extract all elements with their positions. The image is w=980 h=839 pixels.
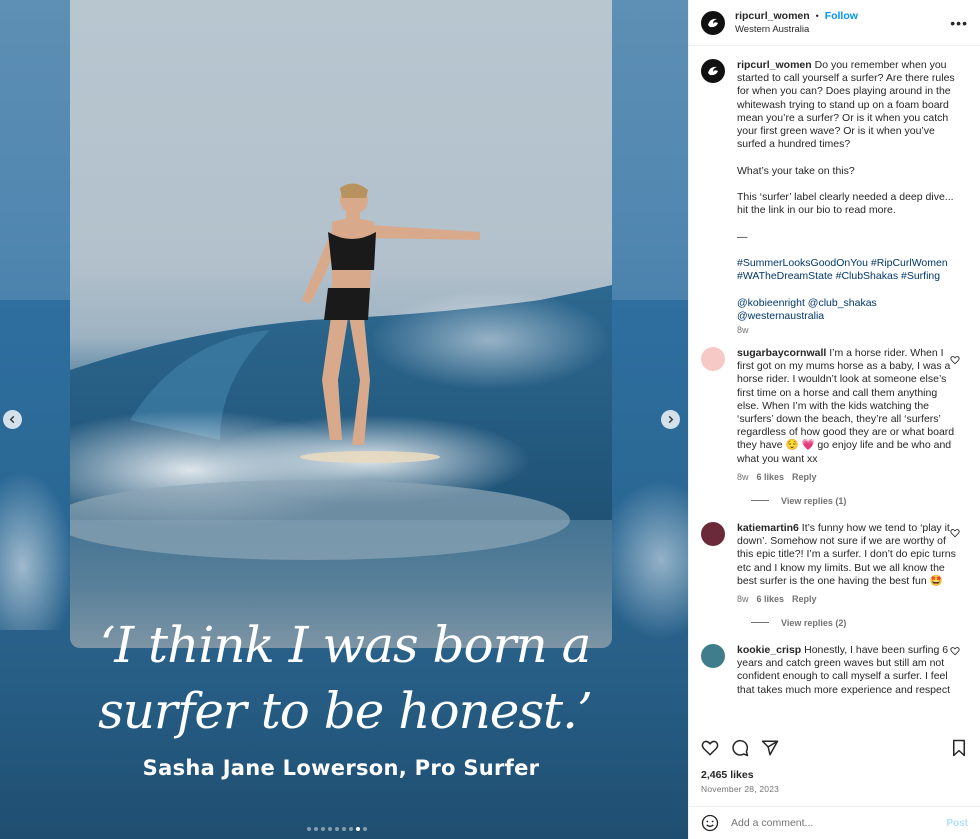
view-replies-label: View replies (2)	[781, 617, 847, 628]
comment-icon[interactable]	[731, 739, 749, 757]
caption-age: 8w	[737, 325, 749, 336]
carousel-dot	[349, 827, 353, 831]
carousel-next-button[interactable]	[661, 410, 680, 429]
reply-button[interactable]: Reply	[792, 472, 817, 482]
comment-avatar[interactable]	[701, 347, 725, 372]
view-replies-button[interactable]: View replies (1)	[751, 496, 968, 506]
comment-likes[interactable]: 6 likes	[757, 594, 785, 604]
caption-hashtags[interactable]: #SummerLooksGoodOnYou #RipCurlWomen #WAT…	[737, 257, 951, 322]
comment-username[interactable]: kookie_crisp	[737, 644, 801, 656]
comment-meta: 8w 6 likes Reply	[737, 594, 959, 604]
carousel-dot	[321, 827, 325, 831]
caption-username[interactable]: ripcurl_women	[737, 59, 812, 71]
carousel-dot	[342, 827, 346, 831]
carousel-dot	[335, 827, 339, 831]
quote-line-2: surfer to be honest.’	[98, 682, 593, 740]
comment-text: I’m a horse rider. When I first got on m…	[737, 347, 958, 465]
view-replies-label: View replies (1)	[781, 495, 847, 506]
carousel-prev-button[interactable]	[3, 410, 22, 429]
caption-text: Do you remember when you started to call…	[737, 59, 955, 243]
foam-left	[0, 470, 75, 630]
more-options-button[interactable]: •••	[950, 15, 968, 31]
username-link[interactable]: ripcurl_women	[735, 10, 810, 22]
separator-dot: •	[815, 10, 819, 21]
comment-like-heart-icon[interactable]	[950, 646, 960, 656]
surfer-photo	[70, 0, 612, 648]
comment-item: katiemartin6 It’s funny how we tend to ‘…	[701, 521, 968, 604]
bookmark-icon[interactable]	[950, 739, 968, 757]
comment-avatar[interactable]	[701, 643, 725, 668]
ripcurl-logo-icon	[708, 18, 718, 27]
comment-like-heart-icon[interactable]	[950, 355, 960, 365]
post-header: ripcurl_women • Follow Western Australia…	[689, 0, 980, 46]
more-icon: •••	[950, 14, 968, 31]
comment-username[interactable]: sugarbaycornwall	[737, 347, 826, 359]
comment-composer: Post	[689, 806, 980, 839]
chevron-left-icon	[9, 415, 15, 424]
comment-item: sugarbaycornwall I’m a horse rider. When…	[701, 347, 968, 482]
emoji-icon[interactable]	[701, 814, 719, 832]
comment-age: 8w	[737, 471, 749, 482]
action-bar	[701, 736, 968, 760]
avatar[interactable]	[701, 10, 725, 35]
comment-username[interactable]: katiemartin6	[737, 522, 799, 534]
view-replies-button[interactable]: View replies (2)	[751, 618, 968, 628]
reply-button[interactable]: Reply	[792, 594, 817, 604]
follow-button[interactable]: Follow	[825, 10, 858, 22]
carousel-dot	[356, 827, 360, 831]
post-sidebar: ripcurl_women • Follow Western Australia…	[688, 0, 980, 839]
caption-avatar[interactable]	[701, 59, 725, 83]
ripcurl-logo-icon	[708, 66, 718, 76]
carousel-dot	[314, 827, 318, 831]
comment-age: 8w	[737, 593, 749, 604]
comment-input[interactable]	[731, 817, 947, 829]
comment-like-heart-icon[interactable]	[950, 528, 960, 538]
comments-list[interactable]: ripcurl_women Do you remember when you s…	[689, 47, 980, 727]
comment-meta: 8w 6 likes Reply	[737, 472, 959, 482]
chevron-right-icon	[668, 415, 674, 424]
quote-line-1: ‘I think I was born a	[99, 616, 592, 674]
carousel-dot	[363, 827, 367, 831]
carousel-dot	[307, 827, 311, 831]
carousel-dot	[328, 827, 332, 831]
caption: ripcurl_women Do you remember when you s…	[701, 59, 968, 335]
carousel-indicator	[307, 827, 367, 831]
quote-byline: Sasha Jane Lowerson, Pro Surfer	[142, 756, 540, 780]
divider-line	[751, 500, 769, 502]
divider-line	[751, 622, 769, 624]
heart-icon[interactable]	[701, 739, 719, 757]
share-icon[interactable]	[761, 739, 779, 757]
post-date: November 28, 2023	[701, 784, 780, 794]
location-link[interactable]: Western Australia	[735, 23, 858, 36]
comment-avatar[interactable]	[701, 521, 725, 546]
post-comment-button[interactable]: Post	[946, 818, 968, 829]
surfer-illustration	[70, 183, 612, 560]
comment-item: kookie_crisp Honestly, I have been surfi…	[701, 643, 968, 697]
like-count[interactable]: 2,465 likes	[701, 769, 754, 781]
comment-likes[interactable]: 6 likes	[757, 472, 785, 482]
post-media[interactable]: ‘I think I was born a surfer to be hones…	[0, 0, 688, 839]
